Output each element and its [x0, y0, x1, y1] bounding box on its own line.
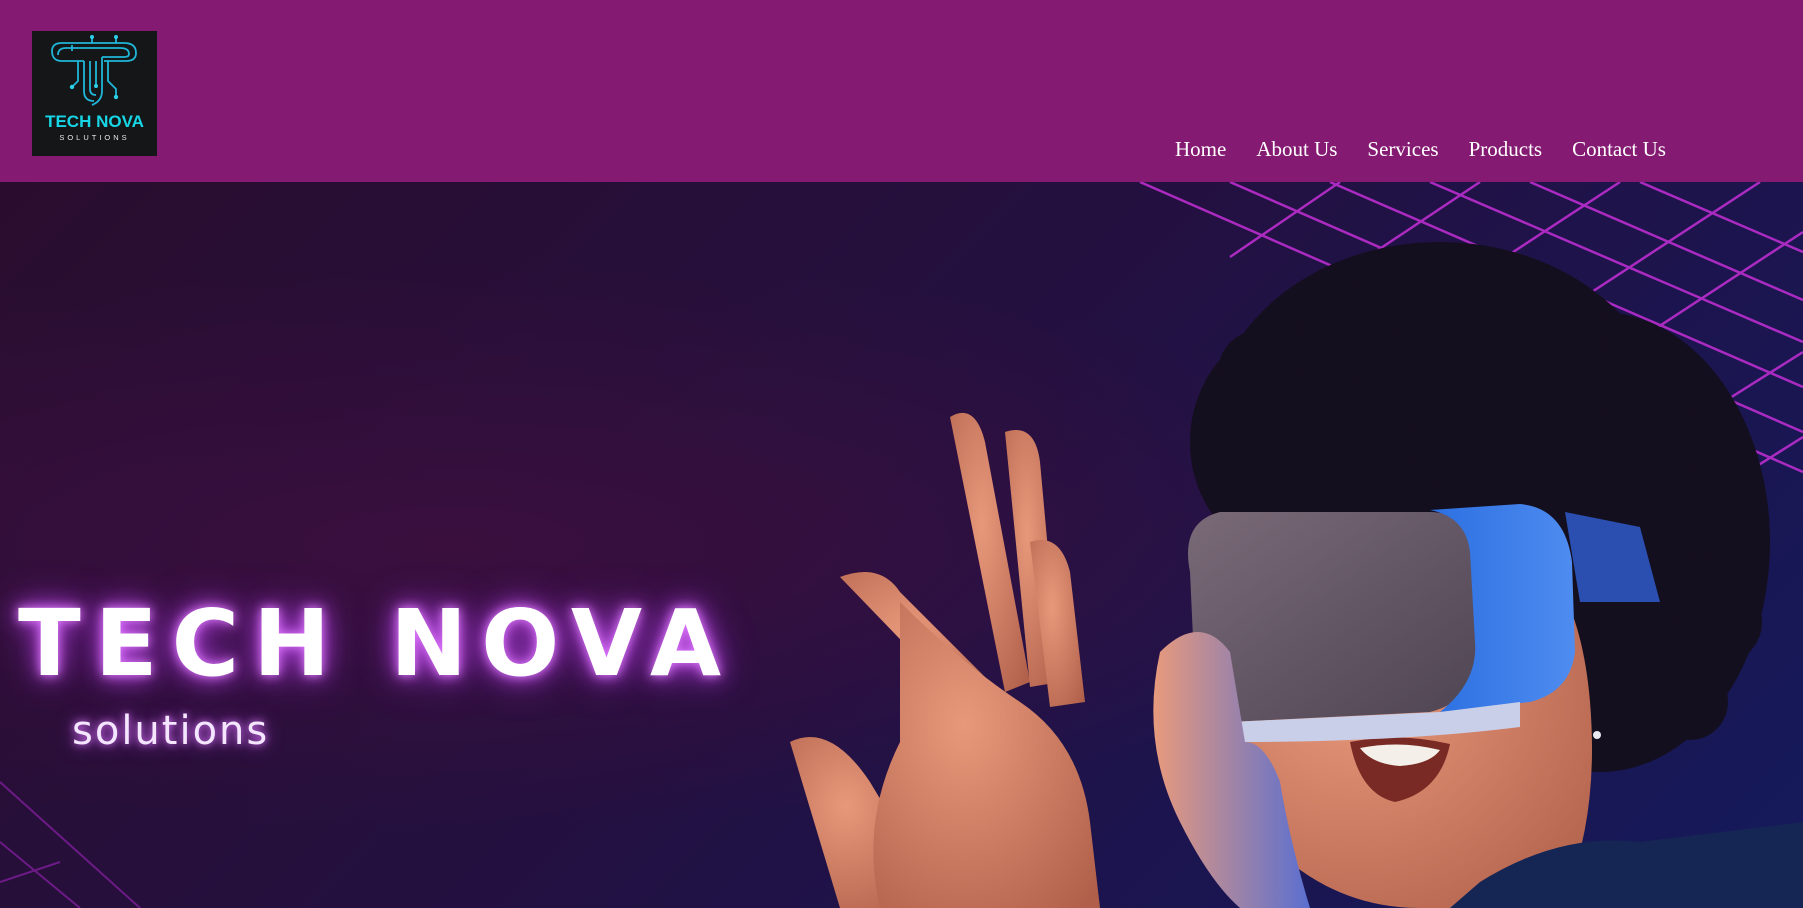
nav-link-services[interactable]: Services	[1367, 136, 1438, 162]
circuit-t-icon	[51, 35, 137, 106]
nav-link-products[interactable]: Products	[1469, 136, 1543, 162]
nav-link-home[interactable]: Home	[1175, 136, 1226, 162]
vr-person-image	[790, 242, 1803, 908]
main-nav: Home About Us Services Products Contact …	[1175, 136, 1666, 162]
nav-link-contact-us[interactable]: Contact Us	[1572, 136, 1666, 162]
hero-banner: TECH NOVA solutions	[0, 182, 1803, 908]
site-header: TECH NOVA SOLUTIONS Home About Us Servic…	[0, 0, 1803, 182]
logo-subtitle: SOLUTIONS	[59, 133, 130, 142]
logo-title: TECH NOVA	[45, 112, 144, 131]
hero-subtitle: solutions	[72, 708, 270, 754]
hero-title: TECH NOVA	[18, 590, 736, 697]
site-logo[interactable]: TECH NOVA SOLUTIONS	[32, 31, 157, 156]
nav-link-about-us[interactable]: About Us	[1256, 136, 1337, 162]
